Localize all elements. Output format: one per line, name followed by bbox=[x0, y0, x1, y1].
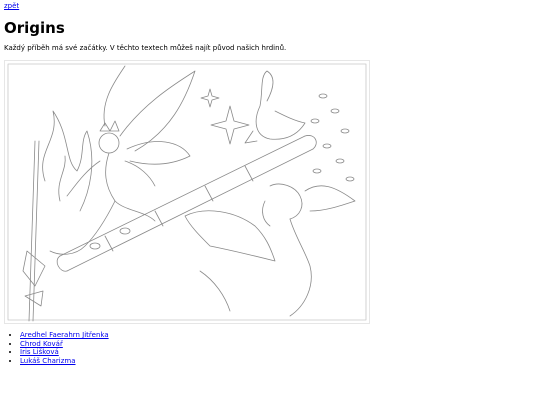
origins-illustration bbox=[4, 60, 370, 324]
character-link-chrod[interactable]: Chrod Kovář bbox=[20, 340, 63, 348]
list-item: Chrod Kovář bbox=[20, 340, 109, 349]
list-item: Aredhel Faerahrn Jitřenka bbox=[20, 331, 109, 340]
list-item: Iris Lišková bbox=[20, 348, 109, 357]
back-link[interactable]: zpět bbox=[4, 2, 19, 10]
intro-text: Každý příběh má své začátky. V těchto te… bbox=[4, 44, 287, 52]
character-list: Aredhel Faerahrn Jitřenka Chrod Kovář Ir… bbox=[20, 331, 109, 365]
page-title: Origins bbox=[4, 19, 65, 37]
character-link-aredhel[interactable]: Aredhel Faerahrn Jitřenka bbox=[20, 331, 109, 339]
character-link-iris[interactable]: Iris Lišková bbox=[20, 348, 59, 356]
character-link-lukas[interactable]: Lukáš Charizma bbox=[20, 357, 76, 365]
list-item: Lukáš Charizma bbox=[20, 357, 109, 366]
